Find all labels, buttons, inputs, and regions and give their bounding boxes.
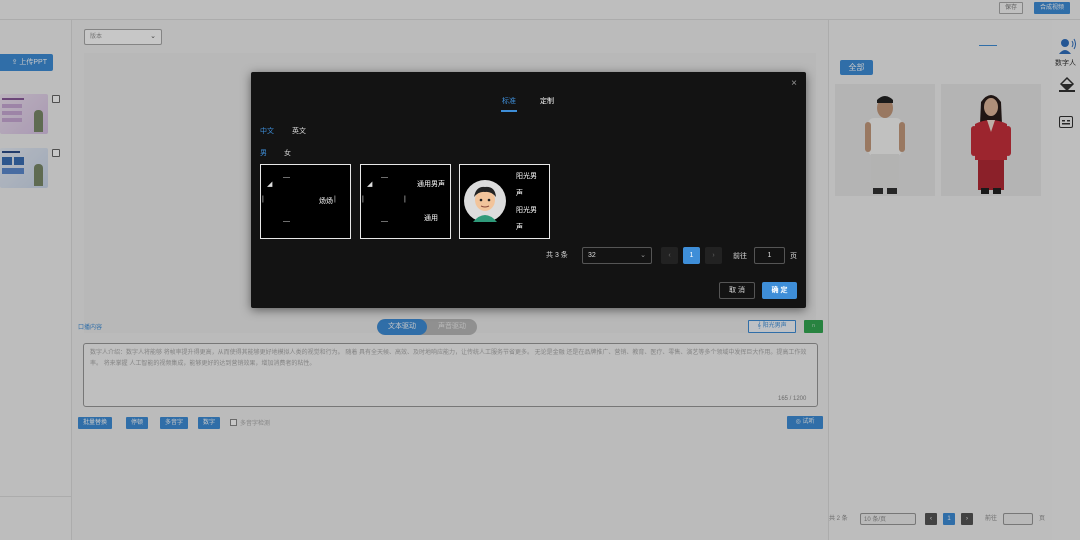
dialog-page-1[interactable]: 1 (683, 247, 700, 264)
voice-card-3-sub: 阳光男声 (516, 207, 537, 231)
filter-lang-chinese[interactable]: 中文 (260, 126, 274, 136)
tab-underline (501, 110, 517, 112)
voice-card-2-name: 通用男声 (417, 181, 445, 188)
tab-standard[interactable]: 标准 (502, 96, 516, 106)
voice-card-1[interactable]: ◢ — | | — 炀炀 (260, 164, 351, 239)
dialog-next-page-button[interactable]: › (705, 247, 722, 264)
dialog-page-size-value: 32 (588, 252, 596, 259)
dialog-pager-total: 共 3 条 (546, 252, 568, 259)
filter-gender-male[interactable]: 男 (260, 148, 267, 158)
chevron-down-icon: ⌄ (640, 252, 646, 259)
close-icon[interactable]: × (791, 78, 797, 89)
image-icon: ◢ (267, 181, 273, 188)
filter-gender-female[interactable]: 女 (284, 148, 291, 158)
voice-card-1-name: 炀炀 (319, 198, 333, 205)
voice-card-2-sub: 通用 (424, 215, 438, 222)
image-icon: ◢ (367, 181, 373, 188)
dialog-goto-label: 前往 (733, 253, 747, 260)
dialog-page-unit: 页 (790, 253, 797, 260)
filter-lang-english[interactable]: 英文 (292, 126, 306, 136)
voice-select-dialog: × 标准 定制 中文 英文 男 女 ◢ — | | — 炀炀 ◢ — | | —… (251, 72, 806, 308)
cancel-button[interactable]: 取 消 (719, 282, 755, 299)
voice-card-3[interactable]: 阳光男声 阳光男声 (459, 164, 550, 239)
voice-avatar-icon (464, 180, 506, 222)
tab-custom[interactable]: 定制 (540, 96, 554, 106)
voice-card-3-name: 阳光男声 (516, 173, 537, 197)
confirm-button[interactable]: 确 定 (762, 282, 797, 299)
dialog-goto-input[interactable]: 1 (754, 247, 785, 264)
dialog-page-size-select[interactable]: 32 ⌄ (582, 247, 652, 264)
dialog-prev-page-button[interactable]: ‹ (661, 247, 678, 264)
voice-card-2[interactable]: ◢ — | | — 通用男声 通用 (360, 164, 451, 239)
